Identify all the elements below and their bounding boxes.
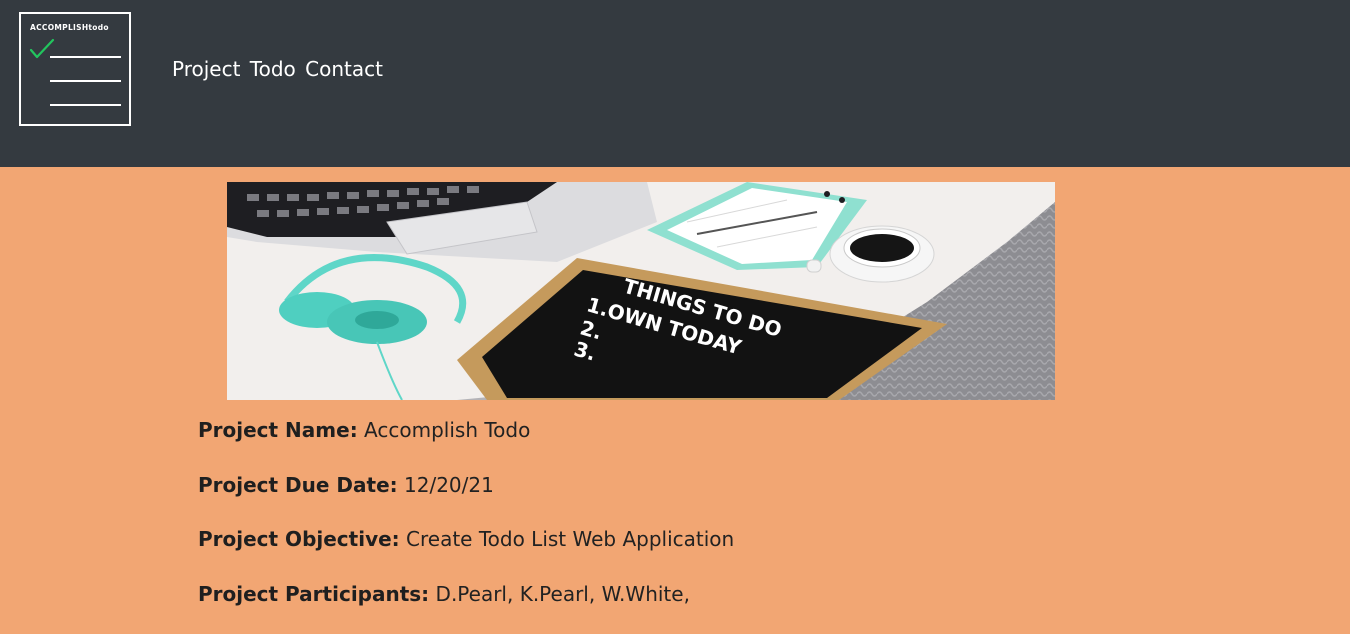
accomplish-todo-logo[interactable]: ACCOMPLISHtodo xyxy=(19,12,131,126)
project-participants-value: D.Pearl, K.Pearl, W.White, xyxy=(429,582,690,606)
project-name-row: Project Name: Accomplish Todo xyxy=(198,416,734,471)
desk-things-to-do-illustration: THINGS TO DO 1.OWN TODAY 2. 3. xyxy=(227,182,1055,400)
project-name-label: Project Name: xyxy=(198,418,358,442)
project-participants-label: Project Participants: xyxy=(198,582,429,606)
project-objective-label: Project Objective: xyxy=(198,527,400,551)
project-objective-value: Create Todo List Web Application xyxy=(400,527,735,551)
project-due-date-label: Project Due Date: xyxy=(198,473,398,497)
nav-links: Project Todo Contact xyxy=(172,57,386,81)
logo-list-line-2 xyxy=(50,80,121,82)
nav-link-todo[interactable]: Todo xyxy=(250,57,296,81)
navbar: ACCOMPLISHtodo Project Todo Contact xyxy=(0,0,1350,167)
logo-text: ACCOMPLISHtodo xyxy=(30,23,109,32)
project-name-value: Accomplish Todo xyxy=(358,418,531,442)
logo-list-line-1 xyxy=(50,56,121,58)
project-due-date-row: Project Due Date: 12/20/21 xyxy=(198,471,734,526)
hero-image: THINGS TO DO 1.OWN TODAY 2. 3. xyxy=(227,182,1055,400)
project-due-date-value: 12/20/21 xyxy=(398,473,494,497)
project-objective-row: Project Objective: Create Todo List Web … xyxy=(198,525,734,580)
project-details: Project Name: Accomplish Todo Project Du… xyxy=(198,416,734,634)
nav-link-project[interactable]: Project xyxy=(172,57,240,81)
logo-list-line-3 xyxy=(50,104,121,106)
project-participants-row: Project Participants: D.Pearl, K.Pearl, … xyxy=(198,580,734,634)
nav-link-contact[interactable]: Contact xyxy=(305,57,383,81)
